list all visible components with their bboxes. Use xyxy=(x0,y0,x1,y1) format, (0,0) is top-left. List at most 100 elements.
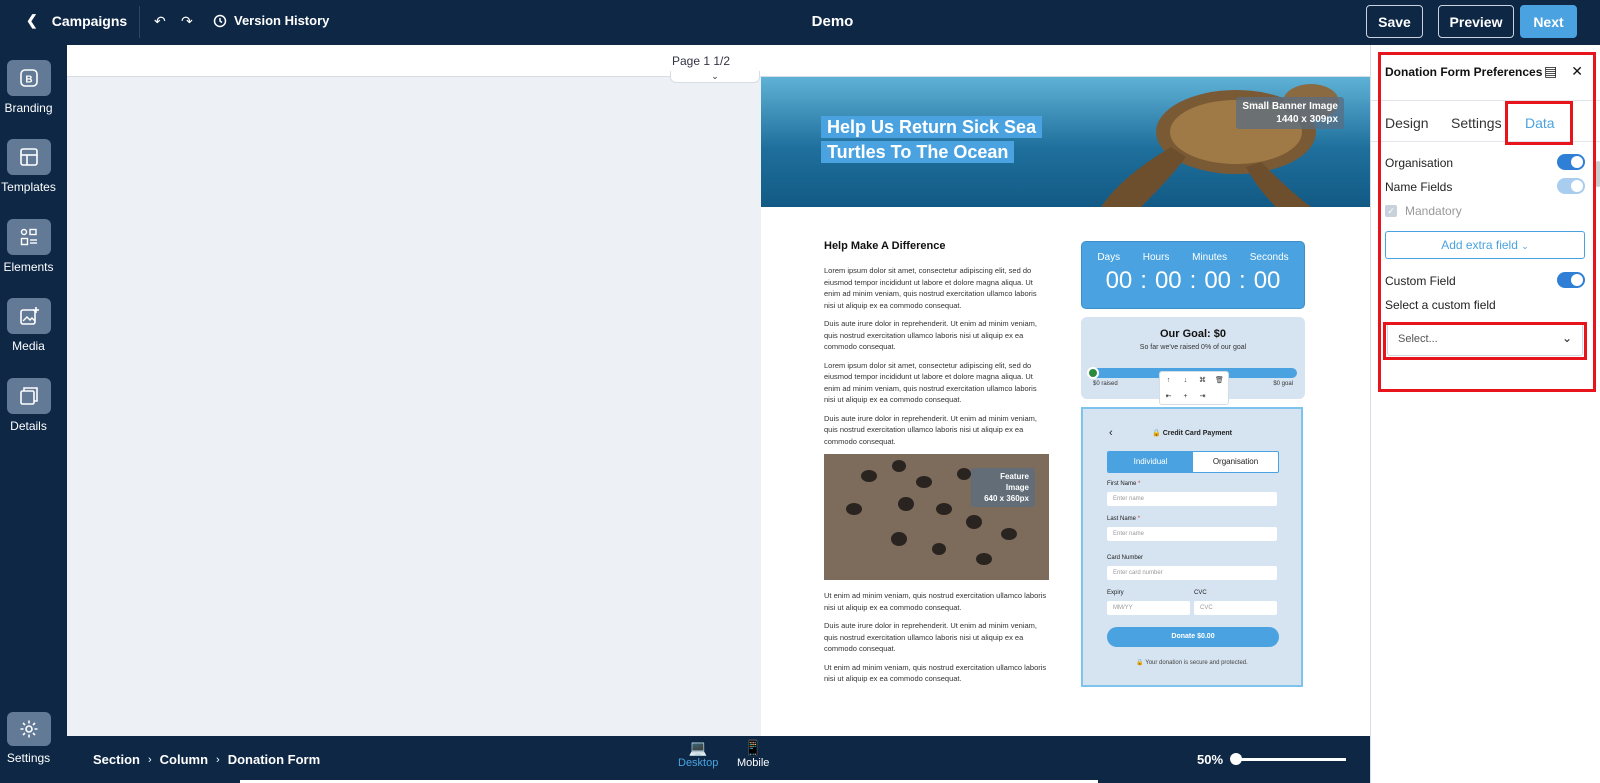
last-name-label: Last Name * xyxy=(1107,516,1141,522)
countdown-label: Minutes xyxy=(1192,252,1228,263)
mobile-icon: 📱 xyxy=(743,740,763,757)
gear-icon xyxy=(20,720,37,738)
align-right-icon[interactable]: ⇥ xyxy=(1194,392,1211,400)
zoom-slider[interactable] xyxy=(1230,753,1346,765)
crumb-donation-form[interactable]: Donation Form xyxy=(228,752,320,767)
page-indicator: Page 1 1/2 xyxy=(672,54,731,68)
sidebar-label: Branding xyxy=(4,101,53,115)
add-extra-field-button[interactable]: Add extra field ⌄ xyxy=(1385,231,1585,259)
desktop-icon: 💻 xyxy=(688,740,708,757)
text-column[interactable]: Help Make A Difference Lorem ipsum dolor… xyxy=(824,240,1049,692)
zoom-level: 50% xyxy=(1197,752,1224,767)
feature-image[interactable]: Feature Image 640 x 360px xyxy=(824,454,1049,580)
paragraph: Duis aute irure dolor in reprehenderit. … xyxy=(824,621,1038,653)
last-name-input[interactable]: Enter name xyxy=(1107,527,1277,541)
organisation-toggle[interactable] xyxy=(1557,154,1585,170)
countdown-value: 00 xyxy=(1204,267,1232,294)
sidebar-label: Media xyxy=(12,339,45,353)
sidebar-item-branding[interactable]: B Branding xyxy=(0,60,57,115)
preview-button[interactable]: Preview xyxy=(1438,5,1514,38)
trash-icon[interactable]: 🗑 xyxy=(1211,376,1228,384)
paragraph: Lorem ipsum dolor sit amet, consectetur … xyxy=(824,360,1037,405)
tab-design[interactable]: Design xyxy=(1385,115,1429,131)
first-name-label: First Name * xyxy=(1107,481,1141,487)
close-icon[interactable]: ✕ xyxy=(1571,63,1583,80)
name-fields-toggle[interactable] xyxy=(1557,178,1585,194)
crumb-column[interactable]: Column xyxy=(160,752,208,767)
chevron-down-icon: ⌄ xyxy=(1521,241,1529,251)
custom-field-toggle[interactable] xyxy=(1557,272,1585,288)
save-button[interactable]: Save xyxy=(1366,5,1423,38)
countdown-colon: : xyxy=(1239,267,1246,294)
expiry-input[interactable]: MM/YY xyxy=(1107,601,1190,615)
custom-field-select[interactable]: Select... ⌄ xyxy=(1387,322,1583,356)
crumb-section[interactable]: Section xyxy=(93,752,140,767)
countdown-timer[interactable]: Days Hours Minutes Seconds 00: 00: 00: 0… xyxy=(1081,241,1305,309)
move-up-icon[interactable]: ↑ xyxy=(1160,377,1177,384)
sidebar-item-elements[interactable]: Elements xyxy=(0,219,57,274)
cvc-label: CVC xyxy=(1194,590,1207,596)
sidebar-item-details[interactable]: Details xyxy=(0,378,57,433)
progress-knob xyxy=(1087,367,1099,379)
raised-label: $0 raised xyxy=(1093,381,1118,387)
sidebar-label: Templates xyxy=(1,180,56,194)
countdown-colon: : xyxy=(1189,267,1197,294)
goal-label: $0 goal xyxy=(1273,381,1293,387)
select-custom-field-label: Select a custom field xyxy=(1385,298,1496,312)
paragraph: Duis aute irure dolor in reprehenderit. … xyxy=(824,319,1038,351)
sidebar-item-settings[interactable]: Settings xyxy=(0,712,57,765)
preferences-panel: Donation Form Preferences ▤ ✕ Design Set… xyxy=(1370,45,1600,783)
card-number-label: Card Number xyxy=(1107,555,1144,561)
paragraph: Lorem ipsum dolor sit amet, consectetur … xyxy=(824,266,1037,310)
tab-individual[interactable]: Individual xyxy=(1108,452,1193,472)
next-button[interactable]: Next xyxy=(1520,5,1577,38)
editor-canvas[interactable]: Page 1 1/2 ⌄ Help Us Return Sick Sea Tur… xyxy=(67,45,1370,736)
page-title: Demo xyxy=(811,13,854,30)
mandatory-checkbox[interactable]: ✓ Mandatory xyxy=(1385,204,1462,218)
sidebar-item-media[interactable]: Media xyxy=(0,298,57,353)
card-number-input[interactable]: Enter card number xyxy=(1107,566,1277,580)
duplicate-icon[interactable]: ⌘ xyxy=(1194,376,1211,384)
sidebar-item-templates[interactable]: Templates xyxy=(0,139,57,194)
panel-title: Donation Form Preferences xyxy=(1385,65,1543,79)
expiry-label: Expiry xyxy=(1107,590,1124,596)
tab-data[interactable]: Data xyxy=(1525,115,1555,131)
list-icon[interactable]: ▤ xyxy=(1544,63,1557,80)
donate-button[interactable]: Donate $0.00 xyxy=(1107,627,1279,647)
goal-title: Our Goal: $0 xyxy=(1159,328,1227,340)
page-toggle[interactable]: ⌄ xyxy=(670,71,760,83)
tab-settings[interactable]: Settings xyxy=(1451,115,1502,131)
first-name-input[interactable]: Enter name xyxy=(1107,492,1277,506)
templates-icon xyxy=(19,148,38,166)
tab-organisation[interactable]: Organisation xyxy=(1193,452,1278,472)
banner-title: Help Us Return Sick Sea Turtles To The O… xyxy=(821,115,1051,165)
check-icon: ✓ xyxy=(1385,205,1397,217)
lock-icon: 🔒 xyxy=(1136,660,1144,666)
mobile-view-button[interactable]: 📱 Mobile xyxy=(737,740,769,770)
tabs-scrollbar[interactable] xyxy=(1595,161,1600,187)
donor-type-tabs: Individual Organisation xyxy=(1107,451,1279,473)
breadcrumb: Section › Column › Donation Form xyxy=(93,752,320,767)
chevron-right-icon: › xyxy=(216,753,220,766)
banner-image[interactable]: Help Us Return Sick Sea Turtles To The O… xyxy=(761,77,1370,207)
align-center-icon[interactable]: + xyxy=(1177,393,1194,400)
chevron-right-icon: › xyxy=(147,753,152,766)
paragraph: Duis aute irure dolor in reprehenderit. … xyxy=(824,413,1038,446)
panel-tabs: Design Settings Data xyxy=(1371,100,1600,187)
top-bar: ❮ Campaigns ↶ ↷ Version History Demo Sav… xyxy=(0,0,1600,45)
zoom-slider-thumb[interactable] xyxy=(1230,753,1242,765)
chevron-down-icon: ⌄ xyxy=(1561,331,1572,345)
secure-note: 🔒 Your donation is secure and protected. xyxy=(1136,660,1248,666)
name-fields-label: Name Fields xyxy=(1385,180,1453,194)
paragraph: Ut enim ad minim veniam, quis nostrud ex… xyxy=(824,662,1047,684)
desktop-view-button[interactable]: 💻 Desktop xyxy=(678,740,718,770)
element-toolbar: ↑ ↓ ⌘ 🗑 ⇤ + ⇥ xyxy=(1159,371,1229,405)
mandatory-label: Mandatory xyxy=(1405,204,1462,218)
svg-text:B: B xyxy=(25,75,32,86)
move-down-icon[interactable]: ↓ xyxy=(1177,377,1194,384)
cvc-input[interactable]: CVC xyxy=(1194,601,1277,615)
countdown-label: Days xyxy=(1097,252,1121,263)
align-left-icon[interactable]: ⇤ xyxy=(1160,392,1177,400)
left-sidebar: B Branding Templates Elements Media Deta… xyxy=(0,45,67,783)
donation-form[interactable]: ‹ 🔒 Credit Card Payment Individual Organ… xyxy=(1081,407,1303,687)
